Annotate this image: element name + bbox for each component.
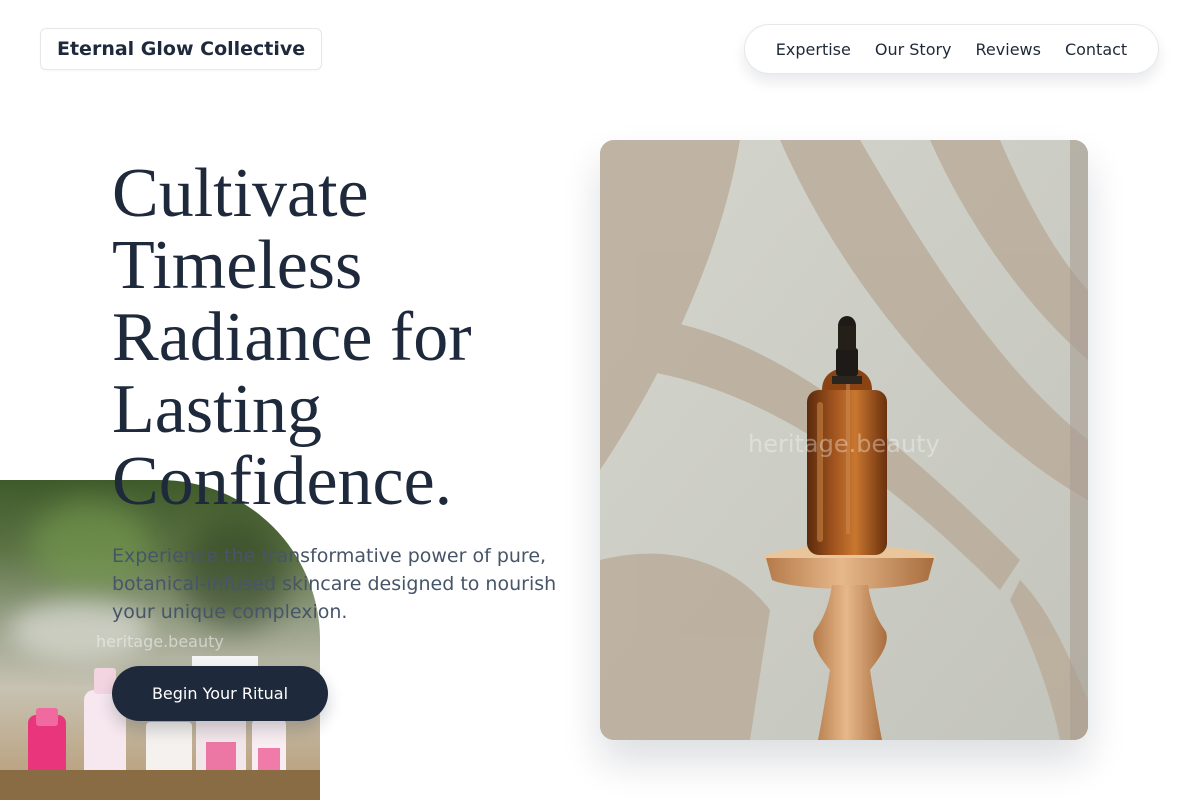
nav-link-our-story[interactable]: Our Story — [875, 40, 952, 59]
hero-subtext: Experience the transformative power of p… — [112, 545, 557, 623]
main-nav: Expertise Our Story Reviews Contact — [744, 24, 1159, 74]
brand-logo[interactable]: Eternal Glow Collective — [40, 28, 323, 70]
landing-page: heritage.beauty Eternal Glow Collective … — [0, 0, 1200, 800]
headline-line: Timeless — [112, 227, 363, 304]
headline-line: Lasting — [112, 371, 322, 448]
image-watermark-left: heritage.beauty — [96, 632, 224, 651]
nav-link-expertise[interactable]: Expertise — [776, 40, 851, 59]
hero-headline: Cultivate Timeless Radiance for Lasting … — [112, 158, 552, 518]
image-watermark-right: heritage.beauty — [748, 430, 940, 458]
headline-line: Cultivate — [112, 155, 369, 232]
begin-ritual-button[interactable]: Begin Your Ritual — [112, 666, 328, 721]
headline-line: Confidence. — [112, 443, 453, 520]
headline-line: Radiance for — [112, 299, 472, 376]
nav-link-contact[interactable]: Contact — [1065, 40, 1127, 59]
nav-link-reviews[interactable]: Reviews — [976, 40, 1041, 59]
